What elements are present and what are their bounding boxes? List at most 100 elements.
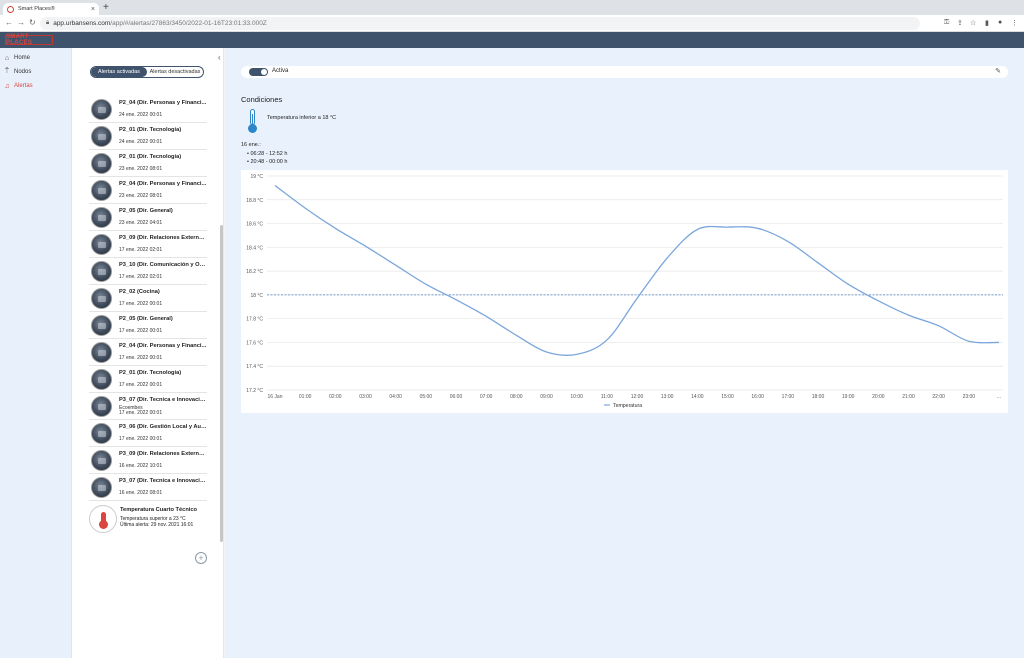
alert-last: Última alerta: 29 nov. 2021 16:01 [120, 522, 194, 528]
url-host: app.urbansens.com [53, 20, 111, 27]
tab-title: Smart Places® [18, 6, 55, 12]
alert-list-item[interactable]: P3_10 (Dir. Comunicación y Ofi... 17 ene.… [89, 258, 207, 285]
tab-alertas-desactivadas[interactable]: Alertas desactivadas [147, 67, 203, 77]
key-icon[interactable]: ⚿ [944, 19, 949, 27]
alert-list-item[interactable]: P2_01 (Dir. Tecnología) 17 ene. 2022 00:0… [89, 366, 207, 393]
alert-list-item[interactable]: P2_04 (Dir. Personas y Financi... 23 ene.… [89, 177, 207, 204]
alert-list-item[interactable]: P2_05 (Dir. General) 23 ene. 2022 04:01 [89, 204, 207, 231]
x-tick-label: 22:00 [932, 394, 945, 400]
thermometer-icon [248, 109, 257, 133]
alert-name: P2_02 (Cocina) [119, 289, 160, 295]
alert-name: P2_01 (Dir. Tecnología) [119, 127, 182, 133]
temperature-chart: 17.2 °C 17.4 °C 17.6 °C 17.8 °C 18 °C 18.2 °C… [241, 170, 1008, 413]
alert-date: 17 ene. 2022 00:01 [119, 328, 163, 334]
alert-name: P2_04 (Dir. Personas y Financi... [119, 343, 207, 349]
alert-list-item[interactable]: P3_07 (Dir. Tecnica e Innovación) 16 ene.… [89, 474, 207, 501]
app-logo[interactable]: SMART PLACES [5, 34, 53, 46]
url-path: /app/#/alertas/27863/3450/2022-01-16T23:… [110, 20, 267, 27]
alerts-scrollbar[interactable] [220, 225, 223, 542]
alert-name: P2_01 (Dir. Tecnología) [119, 370, 182, 376]
collapse-panel-icon[interactable]: ‹ [218, 53, 221, 62]
alert-date: 23 ene. 2022 08:01 [119, 193, 163, 199]
alert-date: 17 ene. 2022 00:01 [119, 436, 163, 442]
reload-icon[interactable]: ↻ [29, 18, 36, 27]
tab-alertas-activadas[interactable]: Alertas activadas [91, 67, 147, 77]
node-avatar [91, 342, 112, 363]
add-alert-button[interactable]: + [195, 552, 207, 564]
alert-list-item[interactable]: P2_01 (Dir. Tecnología) 24 ene. 2022 00:0… [89, 123, 207, 150]
x-tick-label: 19:00 [842, 394, 855, 400]
alerts-filter-toggle: Alertas activadas Alertas desactivadas [90, 66, 204, 78]
alert-list-item[interactable]: P2_02 (Cocina) 17 ene. 2022 00:01 [89, 285, 207, 312]
nav-item-alertas[interactable]: ♫ Alertas [0, 79, 71, 93]
alert-name: P2_04 (Dir. Personas y Financi... [119, 181, 207, 187]
x-tick-label: 12:00 [631, 394, 644, 400]
x-tick-label: 17:00 [782, 394, 795, 400]
menu-icon[interactable]: ⋮ [1011, 19, 1018, 27]
x-tick-label: 15:00 [721, 394, 734, 400]
nav-item-home[interactable]: ⌂ Home [0, 51, 71, 65]
alert-list-item[interactable]: P3_09 (Dir. Relaciones Externas) 17 ene. … [89, 231, 207, 258]
y-tick-label: 17.6 °C [246, 340, 263, 346]
conditions-title: Condiciones [241, 95, 283, 104]
url-field[interactable]: 🔒︎ app.urbansens.com/app/#/alertas/27863… [40, 17, 920, 30]
nav-item-nodos[interactable]: ⍑ Nodos [0, 65, 71, 79]
app-header: SMART PLACES [0, 32, 1024, 48]
node-avatar [91, 450, 112, 471]
alert-date: 17 ene. 2022 02:01 [119, 274, 163, 280]
alert-list-item-temperature[interactable]: Temperatura Cuarto Técnico Temperatura su… [89, 501, 207, 539]
back-icon[interactable]: ← [5, 18, 13, 27]
y-tick-label: 18.2 °C [246, 269, 263, 275]
x-tick-label: ... [997, 394, 1001, 400]
x-tick-label: 14:00 [691, 394, 704, 400]
left-nav: ⌂ Home ⍑ Nodos ♫ Alertas [0, 48, 72, 658]
node-avatar [91, 234, 112, 255]
node-avatar [91, 207, 112, 228]
lock-icon: 🔒︎ [46, 20, 50, 26]
alert-list-item[interactable]: P3_06 (Dir. Gestión Local y Aut... 17 ene… [89, 420, 207, 447]
alert-list-item[interactable]: P2_05 (Dir. General) 17 ene. 2022 00:01 [89, 312, 207, 339]
alert-date: 24 ene. 2022 00:01 [119, 112, 163, 118]
legend-label: Temperatura [613, 403, 642, 409]
x-tick-label: 10:00 [570, 394, 583, 400]
nav-label: Alertas [14, 83, 33, 89]
alert-list: P2_04 (Dir. Personas y Financi... 24 ene.… [89, 96, 207, 539]
alert-list-item[interactable]: P2_04 (Dir. Personas y Financi... 24 ene.… [89, 96, 207, 123]
condition-text: Temperatura inferior a 18 °C [267, 115, 337, 121]
node-avatar [91, 315, 112, 336]
alert-list-item[interactable]: P3_07 (Dir. Tecnica e Innovación) Ecoembe… [89, 393, 207, 420]
alert-list-item[interactable]: P2_01 (Dir. Tecnología) 23 ene. 2022 08:0… [89, 150, 207, 177]
alert-name: P3_06 (Dir. Gestión Local y Aut... [119, 424, 207, 430]
y-tick-label: 17.4 °C [246, 364, 263, 370]
browser-tab[interactable]: Smart Places® × [3, 3, 99, 15]
edit-icon[interactable]: ✎ [995, 67, 1001, 75]
profile-icon[interactable]: ● [998, 19, 1002, 26]
alert-date: 17 ene. 2022 00:01 [119, 301, 163, 307]
node-avatar [91, 180, 112, 201]
tab-close-icon[interactable]: × [91, 6, 95, 13]
x-tick-label: 05:00 [420, 394, 433, 400]
star-icon[interactable]: ☆ [970, 19, 976, 27]
alert-list-item[interactable]: P2_04 (Dir. Personas y Financi... 17 ene.… [89, 339, 207, 366]
nav-label: Nodos [14, 69, 32, 75]
node-avatar [91, 288, 112, 309]
share-icon[interactable]: ⇪ [957, 19, 963, 27]
alert-date: 16 ene. 2022 10:01 [119, 463, 163, 469]
active-switch[interactable] [249, 68, 268, 76]
sidepanel-icon[interactable]: ▮ [985, 19, 989, 27]
alert-list-item[interactable]: P3_09 (Dir. Relaciones Externas) 16 ene. … [89, 447, 207, 474]
node-avatar [91, 153, 112, 174]
y-tick-label: 19 °C [250, 174, 263, 180]
new-tab-button[interactable]: + [103, 2, 109, 13]
x-tick-label: 16 Jan [267, 394, 282, 400]
node-avatar [91, 423, 112, 444]
status-label: Activa [272, 68, 289, 74]
x-tick-label: 16:00 [751, 394, 764, 400]
alert-date: 17 ene. 2022 00:01 [119, 382, 163, 388]
schedule-date: 16 ene.: [241, 142, 261, 148]
address-bar: ← → ↻ 🔒︎ app.urbansens.com/app/#/alertas… [0, 15, 1024, 32]
forward-icon[interactable]: → [17, 18, 25, 27]
y-tick-label: 17.8 °C [246, 317, 263, 323]
favicon-icon [7, 5, 14, 13]
antenna-icon: ⍑ [4, 68, 10, 75]
